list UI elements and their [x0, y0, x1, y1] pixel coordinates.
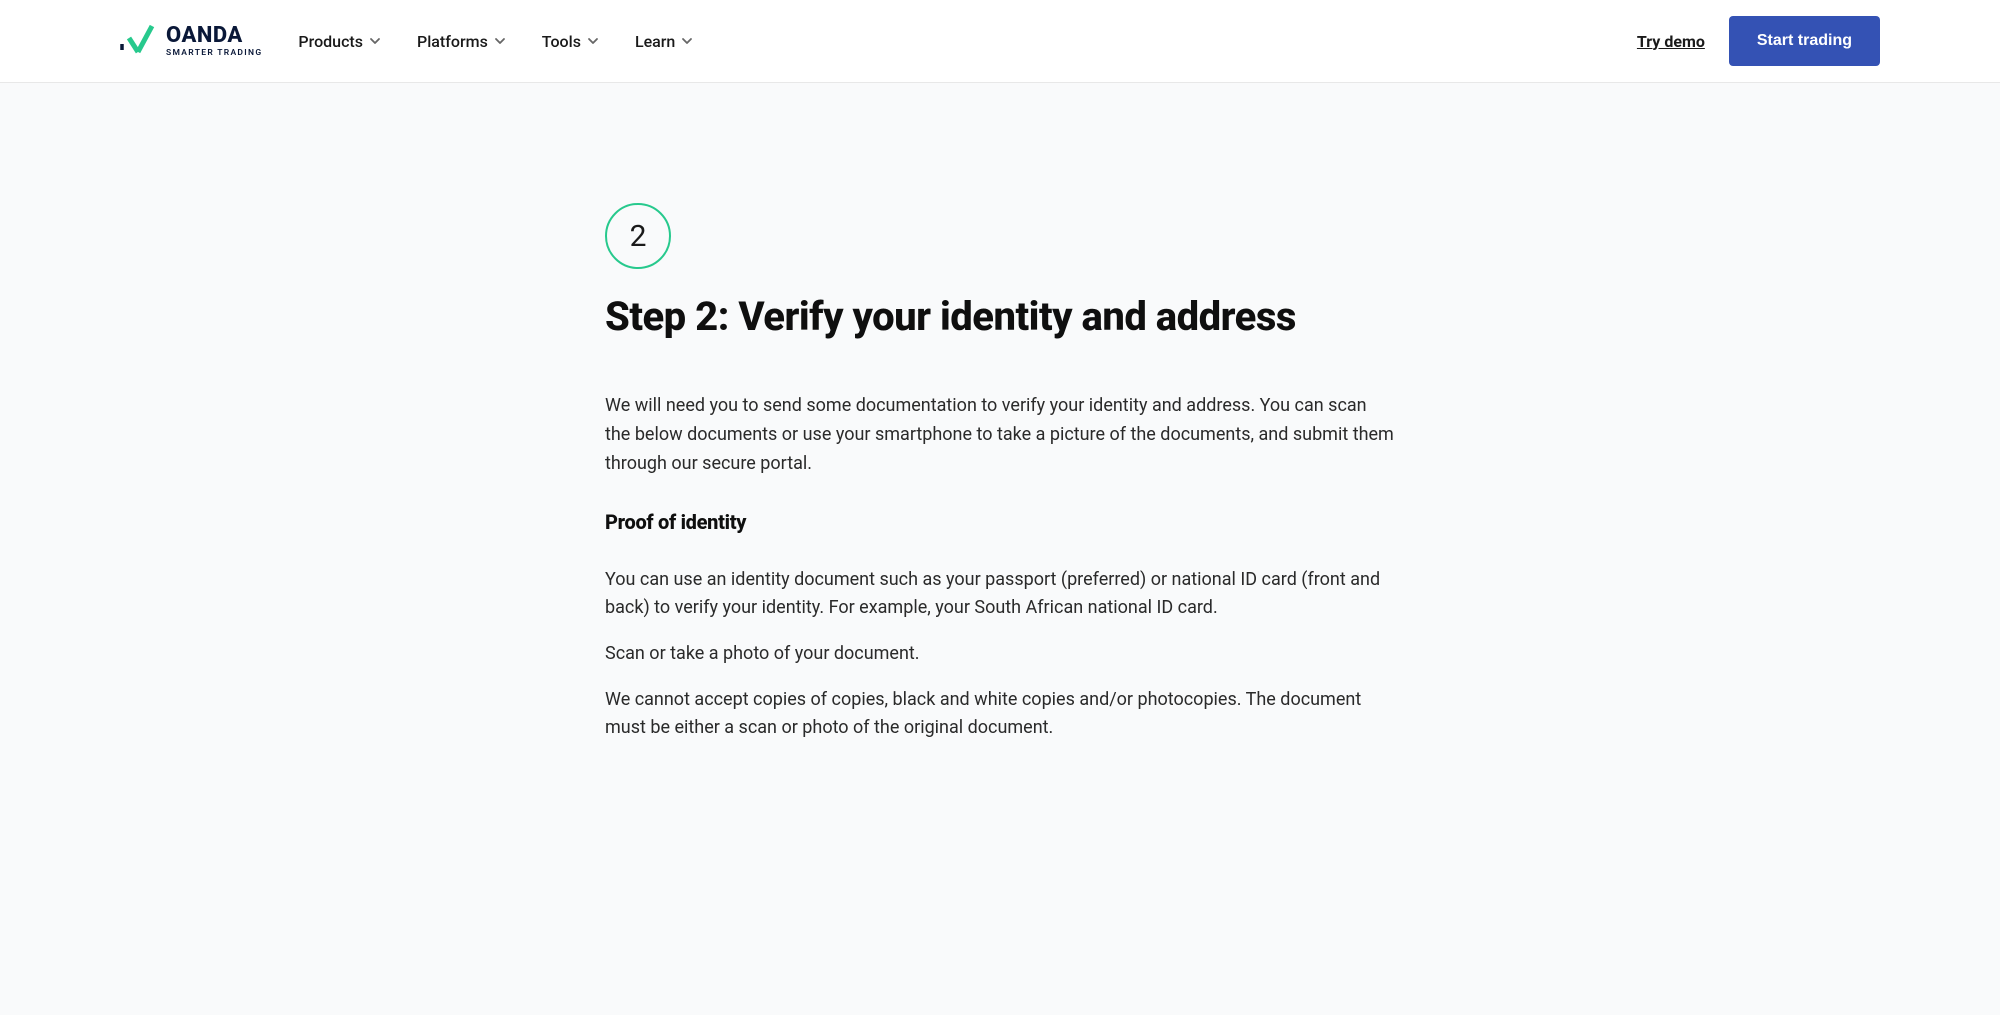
logo[interactable]: OANDA SMARTER TRADING — [120, 24, 262, 58]
nav-item-platforms[interactable]: Platforms — [417, 32, 506, 51]
logo-text: OANDA SMARTER TRADING — [166, 25, 262, 58]
nav-label: Products — [298, 32, 363, 51]
chevron-down-icon — [681, 32, 693, 51]
main-nav: Products Platforms Tools Learn — [298, 32, 1637, 51]
content-inner: 2 Step 2: Verify your identity and addre… — [585, 203, 1415, 742]
try-demo-link[interactable]: Try demo — [1637, 32, 1705, 51]
logo-mark-icon — [120, 24, 158, 58]
nav-label: Platforms — [417, 32, 488, 51]
body-paragraph: We cannot accept copies of copies, black… — [605, 686, 1395, 742]
site-header: OANDA SMARTER TRADING Products Platforms… — [0, 0, 2000, 83]
logo-tagline: SMARTER TRADING — [166, 49, 262, 58]
start-trading-button[interactable]: Start trading — [1729, 16, 1880, 66]
chevron-down-icon — [369, 32, 381, 51]
intro-paragraph: We will need you to send some documentat… — [605, 392, 1395, 478]
nav-item-learn[interactable]: Learn — [635, 32, 693, 51]
main-content: 2 Step 2: Verify your identity and addre… — [0, 83, 2000, 1015]
logo-name: OANDA — [166, 25, 262, 47]
body-paragraph: You can use an identity document such as… — [605, 566, 1395, 622]
nav-item-products[interactable]: Products — [298, 32, 381, 51]
header-actions: Try demo Start trading — [1637, 16, 1880, 66]
body-paragraph: Scan or take a photo of your document. — [605, 640, 1395, 668]
nav-item-tools[interactable]: Tools — [542, 32, 599, 51]
nav-label: Learn — [635, 32, 675, 51]
step-number-badge: 2 — [605, 203, 671, 269]
chevron-down-icon — [494, 32, 506, 51]
step-heading: Step 2: Verify your identity and address — [605, 293, 1395, 340]
chevron-down-icon — [587, 32, 599, 51]
nav-label: Tools — [542, 32, 581, 51]
step-number: 2 — [630, 219, 647, 254]
proof-of-identity-heading: Proof of identity — [605, 510, 1395, 534]
